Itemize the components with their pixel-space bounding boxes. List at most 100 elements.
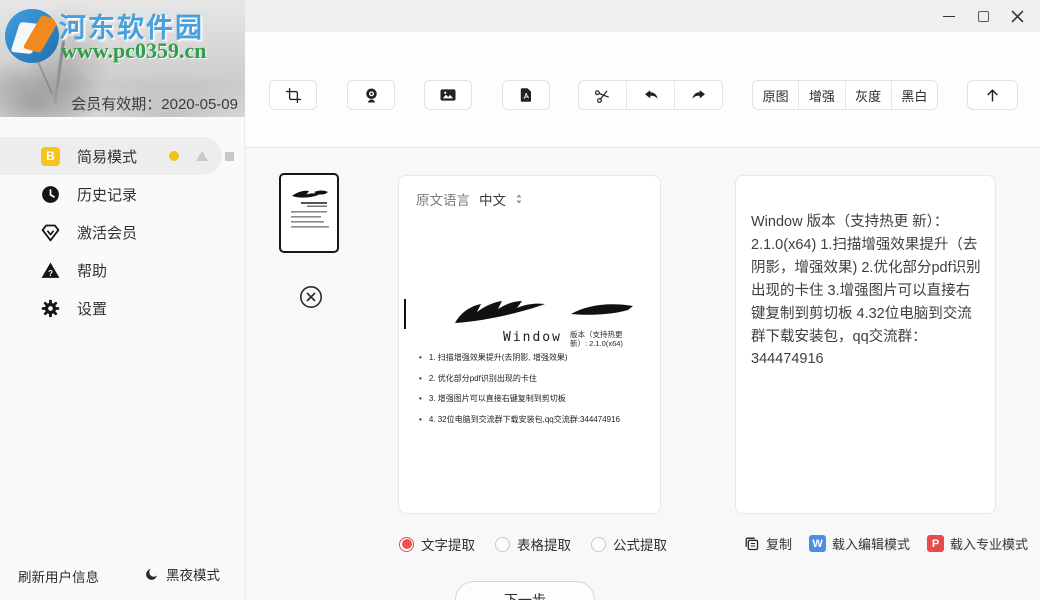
triangle-indicator-icon[interactable] [196,151,208,161]
close-button[interactable] [1000,3,1034,29]
webcam-capture-button[interactable] [347,80,395,110]
scan-title-version: 版本（支持热更 新）: 2.1.0(x64) [570,330,623,348]
maximize-icon [978,11,989,22]
next-step-label: 下一步 [504,590,546,600]
minimize-button[interactable] [932,3,966,29]
thumbnail-preview-image [281,175,337,251]
scan-bullet: 3. 增强图片可以直接右键复制到剪切板 [419,393,651,404]
pdf-icon [518,87,534,103]
redo-icon [690,86,708,104]
copy-button[interactable]: 复制 [743,534,792,553]
scan-artifact-line [404,299,406,329]
sidebar-item-label: 激活会员 [77,222,137,243]
extract-mode-row: 文字提取 表格提取 公式提取 [399,534,667,554]
minimize-icon [943,16,955,17]
load-pro-mode-button[interactable]: P 载入专业模式 [927,534,1028,553]
membership-expiry-text: 会员有效期：2020-05-09 [71,93,238,114]
undo-icon [642,86,660,104]
upload-button[interactable] [967,80,1018,110]
dot-indicator-icon[interactable] [169,151,179,161]
language-value: 中文 [479,189,506,209]
filter-grayscale-button[interactable]: 灰度 [845,81,891,109]
sidebar: 河东软件园 www.pc0359.cn 会员有效期：2020-05-09 B 简… [0,0,245,600]
radio-unchecked-icon [591,537,606,552]
refresh-user-info-link[interactable]: 刷新用户信息 [18,566,99,586]
watermark-site-url: www.pc0359.cn [61,38,206,64]
remove-page-button[interactable] [299,285,323,309]
crop-button[interactable] [269,80,317,110]
cut-button[interactable] [579,81,626,109]
radio-text-extract[interactable]: 文字提取 [399,534,475,554]
open-image-button[interactable] [424,80,472,110]
sidebar-footer: 刷新用户信息 黑夜模式 [0,564,245,586]
image-filter-group: 原图 增强 灰度 黑白 [752,80,938,110]
clock-icon [40,184,61,205]
sidebar-item-label: 简易模式 [77,146,137,167]
moon-icon [144,567,159,582]
open-pdf-button[interactable] [502,80,550,110]
app-window: 河东软件园 www.pc0359.cn 会员有效期：2020-05-09 B 简… [0,0,1040,600]
load-edit-mode-button[interactable]: W 载入编辑模式 [809,534,910,553]
ink-stroke-decoration [449,297,639,327]
language-label: 原文语言 [416,189,470,209]
sidebar-nav: B 简易模式 历史记录 激活会员 [0,117,245,327]
sidebar-item-settings[interactable]: 设置 [0,289,245,327]
sidebar-item-activate-membership[interactable]: 激活会员 [0,213,245,251]
gear-icon [40,298,61,319]
image-icon [439,86,457,104]
page-thumbnail[interactable] [279,173,339,253]
radio-formula-extract[interactable]: 公式提取 [591,534,667,554]
scan-bullet: 4. 32位电脑到交流群下载安装包,qq交流群:344474916 [419,414,651,425]
scan-bullet: 2. 优化部分pdf识别出现的卡住 [419,373,651,384]
document-preview-panel: 原文语言 中文 Window 版本（支持热更 新）: 2.1.0(x64) 1.… [398,175,661,514]
maximize-button[interactable] [966,3,1000,29]
filter-enhance-button[interactable]: 增强 [798,81,844,109]
b-badge-icon: B [40,146,61,167]
ocr-result-panel: Window 版本（支持热更 新）：2.1.0(x64) 1.扫描增强效果提升（… [735,175,996,514]
radio-table-extract[interactable]: 表格提取 [495,534,571,554]
scan-document-title: Window 版本（支持热更 新）: 2.1.0(x64) [503,330,623,348]
help-icon: ? [40,260,61,281]
dark-mode-label: 黑夜模式 [166,564,220,584]
square-indicator-icon[interactable] [225,152,234,161]
ppt-icon: P [927,535,944,552]
upload-icon [984,87,1001,104]
result-action-row: 复制 W 载入编辑模式 P 载入专业模式 [743,534,1028,553]
scan-bullet-list: 1. 扫描增强效果提升(去阴影, 增强效果) 2. 优化部分pdf识别出现的卡住… [419,352,651,434]
ocr-result-text[interactable]: Window 版本（支持热更 新）：2.1.0(x64) 1.扫描增强效果提升（… [751,211,984,371]
radio-unchecked-icon [495,537,510,552]
sort-arrows-icon [515,193,523,205]
close-icon [1011,10,1024,23]
close-circle-icon [299,285,323,309]
dark-mode-toggle[interactable]: 黑夜模式 [144,564,220,584]
gem-icon [40,222,61,243]
titlebar [245,0,1040,32]
undo-button[interactable] [626,81,674,109]
sidebar-item-label: 帮助 [77,260,107,281]
edit-history-group [578,80,723,110]
webcam-icon [363,87,380,104]
redo-button[interactable] [674,81,722,109]
mode-indicators [169,151,234,161]
filter-original-button[interactable]: 原图 [753,81,798,109]
sidebar-item-simple-mode[interactable]: B 简易模式 [0,137,222,175]
main-content: 原文语言 中文 Window 版本（支持热更 新）: 2.1.0(x64) 1.… [245,148,1040,600]
crop-icon [285,87,302,104]
next-step-button[interactable]: 下一步 [455,581,595,600]
scan-bullet: 1. 扫描增强效果提升(去阴影, 增强效果) [419,352,651,363]
scissors-icon [592,85,613,106]
source-language-select[interactable]: 原文语言 中文 [416,189,523,209]
sidebar-item-history[interactable]: 历史记录 [0,175,245,213]
sidebar-item-help[interactable]: ? 帮助 [0,251,245,289]
word-icon: W [809,535,826,552]
site-logo-icon [5,9,59,63]
toolbar: 原图 增强 灰度 黑白 [245,32,1040,148]
svg-text:?: ? [48,268,53,278]
radio-checked-icon [399,537,414,552]
sidebar-item-label: 设置 [77,298,107,319]
copy-icon [743,535,760,552]
header-banner-image: 河东软件园 www.pc0359.cn 会员有效期：2020-05-09 [0,0,245,117]
scan-title-en: Window [503,330,562,345]
sidebar-item-label: 历史记录 [77,184,137,205]
filter-blackwhite-button[interactable]: 黑白 [891,81,937,109]
